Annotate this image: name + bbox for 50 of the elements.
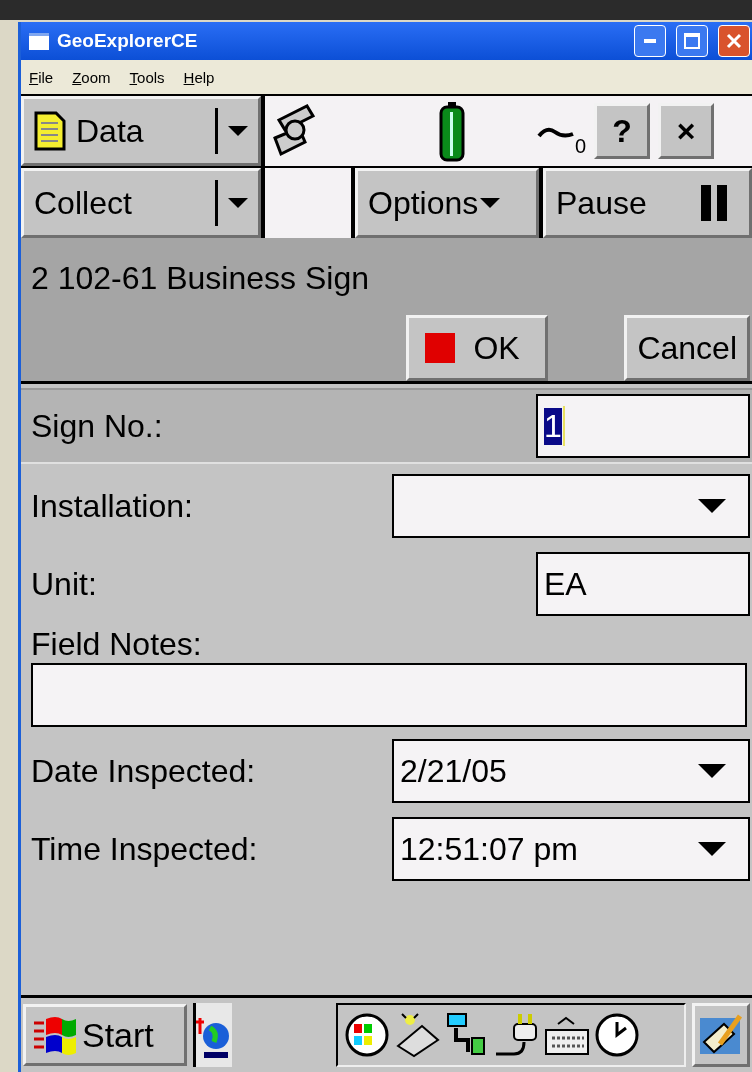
- stop-icon: [425, 333, 456, 363]
- close-icon: [726, 33, 742, 49]
- dropdown-icon: [228, 198, 248, 208]
- data-button[interactable]: Data: [21, 96, 261, 166]
- field-label: Time Inspected:: [31, 830, 259, 868]
- field-label: Unit:: [31, 565, 98, 603]
- document-icon: [34, 111, 66, 151]
- power-plug-icon[interactable]: [494, 1012, 540, 1058]
- battery-icon: [439, 100, 465, 162]
- satellite-count: 0: [575, 135, 587, 158]
- input-field[interactable]: 1: [536, 394, 750, 458]
- color-circle-icon[interactable]: [344, 1012, 390, 1058]
- start-button[interactable]: Start: [23, 1004, 187, 1066]
- dropdown-field[interactable]: [392, 474, 750, 538]
- clock-icon[interactable]: [594, 1012, 640, 1058]
- dropdown-field[interactable]: 12:51:07 pm: [392, 817, 750, 881]
- minimize-icon: [644, 39, 656, 43]
- menu-item[interactable]: Tools: [129, 68, 165, 86]
- input-field[interactable]: EA: [536, 552, 750, 616]
- options-button[interactable]: Options: [355, 168, 539, 238]
- field-label: Field Notes:: [31, 626, 203, 663]
- maximize-button[interactable]: [676, 25, 708, 57]
- maximize-icon: [684, 33, 700, 49]
- close-button[interactable]: ×: [658, 103, 715, 159]
- dropdown-icon: [480, 198, 501, 208]
- field-label: Installation:: [31, 487, 194, 525]
- dropdown-field[interactable]: 2/21/05: [392, 739, 750, 803]
- pause-icon: [701, 185, 729, 221]
- cancel-button[interactable]: Cancel: [624, 315, 750, 381]
- form-title: 2 102-61 Business Sign: [30, 259, 370, 298]
- dropdown-icon: [698, 764, 726, 778]
- close-button[interactable]: [718, 25, 750, 57]
- window-title: GeoExplorerCE: [57, 30, 199, 52]
- dropdown-icon: [228, 126, 248, 136]
- notes-field[interactable]: [31, 663, 747, 727]
- input-panel-button[interactable]: [692, 1003, 750, 1067]
- ok-button[interactable]: OK: [406, 315, 549, 381]
- stylus-device-icon[interactable]: [394, 1012, 440, 1058]
- menu-item[interactable]: Help: [183, 68, 215, 86]
- menu-item[interactable]: Zoom: [72, 68, 111, 86]
- dropdown-icon: [698, 842, 726, 856]
- menu-item[interactable]: File: [29, 68, 54, 86]
- help-button[interactable]: ?: [594, 103, 651, 159]
- field-label: Date Inspected:: [31, 752, 257, 790]
- minimize-button[interactable]: [634, 25, 666, 57]
- dropdown-icon: [698, 499, 726, 513]
- window-icon: [29, 32, 49, 50]
- collect-button[interactable]: Collect: [21, 168, 261, 238]
- field-label: Sign No.:: [31, 407, 164, 445]
- pause-button[interactable]: Pause: [543, 168, 752, 238]
